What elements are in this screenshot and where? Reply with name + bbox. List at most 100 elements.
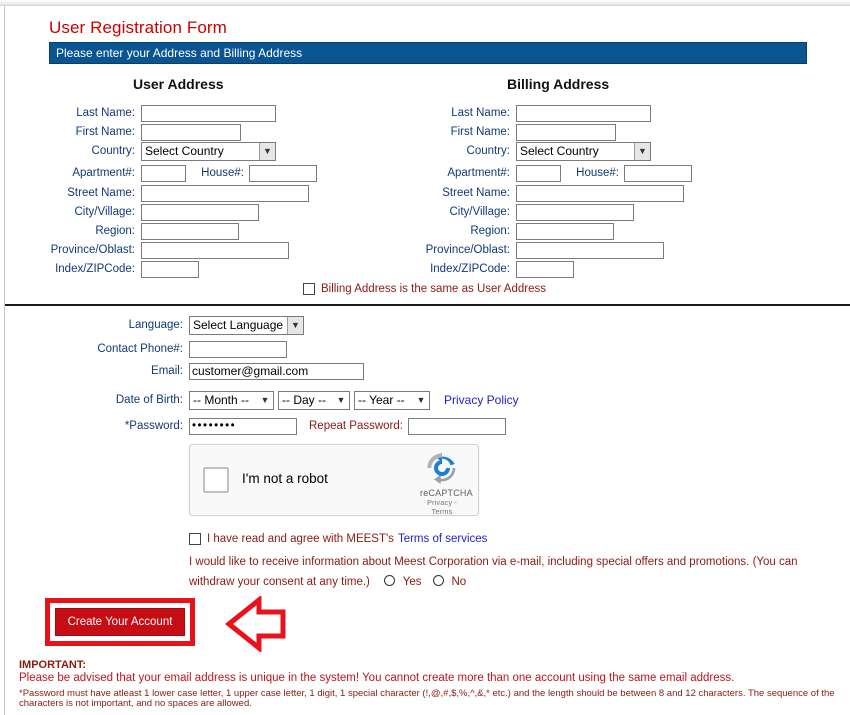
recaptcha-widget[interactable]: I'm not a robot reCAPTCHA Privacy - Term… — [189, 444, 479, 516]
terms-of-services-link[interactable]: Terms of services — [398, 533, 487, 545]
recaptcha-terms-label[interactable]: Privacy - Terms — [420, 498, 464, 516]
marketing-no-label: No — [451, 576, 467, 588]
terms-row[interactable]: I have read and agree with MEEST's Terms… — [189, 530, 487, 548]
user-house-input[interactable] — [249, 164, 317, 182]
billing-province-row: Province/Oblast: — [410, 241, 664, 259]
user-apartment-house-row: Apartment#: House#: — [35, 164, 317, 182]
language-value: Select Language — [193, 318, 284, 332]
marketing-no-radio[interactable] — [433, 575, 445, 587]
user-house-label: House#: — [201, 167, 244, 179]
user-apartment-label: Apartment#: — [72, 167, 135, 179]
registration-page: User Registration Form Please enter your… — [4, 6, 850, 715]
user-street-label: Street Name: — [67, 187, 135, 199]
billing-region-input[interactable] — [516, 222, 614, 240]
billing-first-name-input[interactable] — [516, 123, 616, 141]
user-last-name-label: Last Name: — [76, 107, 135, 119]
billing-first-name-row: First Name: — [410, 123, 616, 141]
user-street-input[interactable] — [141, 184, 309, 202]
billing-last-name-label: Last Name: — [451, 107, 510, 119]
user-zip-input[interactable] — [141, 260, 199, 278]
same-address-label: Billing Address is the same as User Addr… — [321, 283, 546, 295]
user-zip-row: Index/ZIPCode: — [35, 260, 199, 278]
dob-month-value: -- Month -- — [193, 393, 250, 407]
marketing-consent-block: I would like to receive information abou… — [189, 552, 805, 592]
user-address-heading: User Address — [133, 76, 224, 92]
contact-phone-row: Contact Phone#: — [83, 340, 287, 358]
billing-zip-input[interactable] — [516, 260, 574, 278]
user-city-label: City/Village: — [74, 206, 135, 218]
language-row: Language: Select Language ▼ — [83, 315, 304, 335]
billing-address-heading: Billing Address — [507, 76, 610, 92]
user-last-name-input[interactable] — [141, 104, 276, 122]
billing-country-value: Select Country — [520, 144, 599, 158]
user-first-name-input[interactable] — [141, 123, 241, 141]
marketing-no-option[interactable]: No — [433, 572, 466, 589]
page-title: User Registration Form — [49, 18, 227, 37]
billing-province-input[interactable] — [516, 241, 664, 259]
billing-region-label: Region: — [470, 225, 510, 237]
dob-year-select[interactable]: -- Year -- ▼ — [354, 390, 430, 410]
billing-last-name-input[interactable] — [516, 104, 651, 122]
user-country-row: Country: Select Country ▼ — [35, 141, 276, 161]
terms-checkbox[interactable] — [189, 533, 201, 545]
user-country-value: Select Country — [145, 144, 224, 158]
chevron-down-icon: ▼ — [260, 395, 270, 405]
repeat-password-input[interactable] — [407, 417, 506, 435]
same-address-row[interactable]: Billing Address is the same as User Addr… — [303, 280, 546, 298]
password-label: *Password: — [124, 420, 183, 432]
recaptcha-brand-label: reCAPTCHA — [420, 488, 473, 498]
billing-city-row: City/Village: — [410, 203, 634, 221]
user-region-label: Region: — [95, 225, 135, 237]
user-country-select[interactable]: Select Country ▼ — [141, 141, 276, 161]
contact-phone-input[interactable] — [189, 340, 287, 358]
user-first-name-row: First Name: — [35, 123, 241, 141]
billing-street-input[interactable] — [516, 184, 684, 202]
user-first-name-label: First Name: — [75, 126, 135, 138]
billing-country-label: Country: — [466, 145, 510, 157]
recaptcha-checkbox[interactable] — [203, 467, 229, 493]
user-apartment-input[interactable] — [141, 164, 186, 182]
recaptcha-label: I'm not a robot — [242, 471, 328, 486]
password-input[interactable] — [189, 417, 297, 435]
dob-day-value: -- Day -- — [282, 393, 326, 407]
user-province-row: Province/Oblast: — [35, 241, 289, 259]
marketing-yes-option[interactable]: Yes — [384, 572, 426, 589]
create-account-button[interactable]: Create Your Account — [55, 608, 185, 636]
marketing-yes-label: Yes — [402, 576, 422, 588]
billing-country-select[interactable]: Select Country ▼ — [516, 141, 651, 161]
user-region-input[interactable] — [141, 222, 239, 240]
billing-apartment-input[interactable] — [516, 164, 561, 182]
recaptcha-branding: reCAPTCHA Privacy - Terms — [420, 452, 473, 516]
billing-city-input[interactable] — [516, 203, 634, 221]
user-city-row: City/Village: — [35, 203, 259, 221]
billing-region-row: Region: — [410, 222, 614, 240]
dob-month-select[interactable]: -- Month -- ▼ — [189, 390, 274, 410]
billing-street-label: Street Name: — [442, 187, 510, 199]
language-select[interactable]: Select Language ▼ — [189, 315, 304, 335]
repeat-password-label: Repeat Password: — [309, 420, 403, 432]
pointer-arrow-annotation — [224, 596, 286, 652]
user-province-label: Province/Oblast: — [50, 244, 135, 256]
marketing-consent-text: I would like to receive information abou… — [189, 556, 798, 588]
billing-country-row: Country: Select Country ▼ — [410, 141, 651, 161]
user-city-input[interactable] — [141, 203, 259, 221]
create-account-button-label: Create Your Account — [67, 616, 173, 628]
billing-zip-label: Index/ZIPCode: — [430, 263, 510, 275]
billing-zip-row: Index/ZIPCode: — [410, 260, 574, 278]
email-label: Email: — [151, 365, 183, 377]
billing-city-label: City/Village: — [449, 206, 510, 218]
user-country-label: Country: — [91, 145, 135, 157]
same-address-checkbox[interactable] — [303, 283, 315, 295]
user-province-input[interactable] — [141, 241, 289, 259]
email-input[interactable] — [189, 362, 364, 380]
dob-day-select[interactable]: -- Day -- ▼ — [278, 390, 350, 410]
section-divider — [5, 304, 850, 306]
billing-house-input[interactable] — [624, 164, 692, 182]
important-notes: IMPORTANT: Please be advised that your e… — [19, 659, 849, 709]
marketing-yes-radio[interactable] — [384, 575, 396, 587]
user-region-row: Region: — [35, 222, 239, 240]
privacy-policy-link[interactable]: Privacy Policy — [444, 393, 519, 407]
section-banner-label: Please enter your Address and Billing Ad… — [56, 46, 303, 60]
billing-first-name-label: First Name: — [450, 126, 510, 138]
chevron-down-icon: ▼ — [634, 142, 650, 160]
